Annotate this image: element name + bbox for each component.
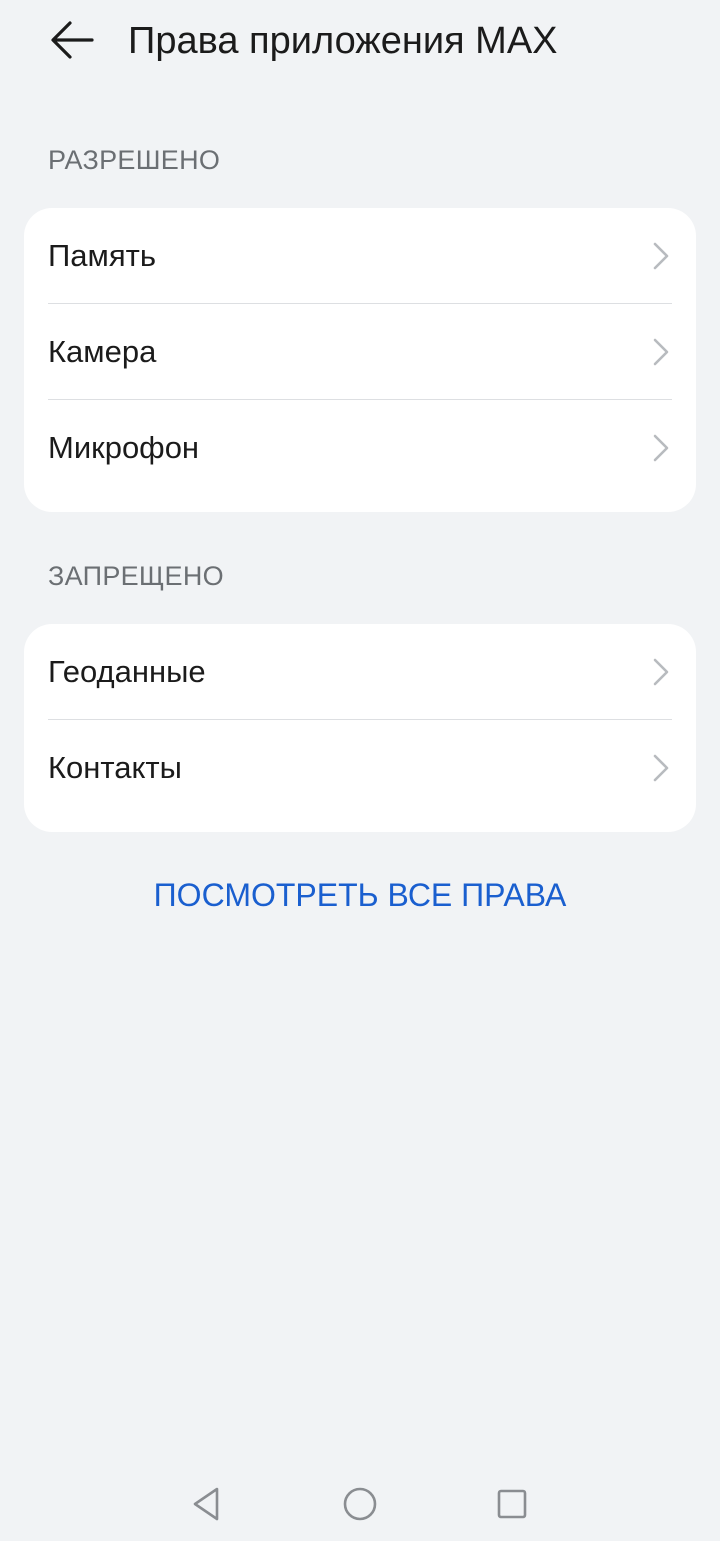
section-label-allowed: РАЗРЕШЕНО <box>48 145 221 175</box>
nav-back-button[interactable] <box>184 1482 228 1526</box>
chevron-right-icon <box>650 432 672 464</box>
back-button[interactable] <box>44 16 100 64</box>
chevron-right-icon <box>650 336 672 368</box>
app-header: Права приложения MAX <box>0 0 720 84</box>
system-navigation-bar <box>0 1470 720 1536</box>
permission-row-location[interactable]: Геоданные <box>24 624 696 720</box>
nav-home-button[interactable] <box>338 1482 382 1526</box>
permission-label: Камера <box>48 334 157 369</box>
arrow-left-icon <box>51 21 94 59</box>
chevron-right-icon <box>650 240 672 272</box>
permission-label: Контакты <box>48 750 182 785</box>
allowed-permissions-card: Память Камера Микрофон <box>24 208 696 512</box>
permission-row-camera[interactable]: Камера <box>24 304 696 400</box>
triangle-back-icon <box>193 1487 219 1521</box>
square-recents-icon <box>497 1489 527 1519</box>
page-title: Права приложения MAX <box>128 20 558 62</box>
permission-row-contacts[interactable]: Контакты <box>24 720 696 816</box>
permission-row-microphone[interactable]: Микрофон <box>24 400 696 496</box>
permission-label: Память <box>48 238 156 273</box>
section-label-denied: ЗАПРЕЩЕНО <box>48 561 224 591</box>
permission-label: Микрофон <box>48 430 200 465</box>
denied-permissions-card: Геоданные Контакты <box>24 624 696 832</box>
nav-recents-button[interactable] <box>490 1482 534 1526</box>
view-all-permissions-link[interactable]: ПОСМОТРЕТЬ ВСЕ ПРАВА <box>0 874 720 916</box>
chevron-right-icon <box>650 752 672 784</box>
chevron-right-icon <box>650 656 672 688</box>
permission-label: Геоданные <box>48 654 206 689</box>
circle-home-icon <box>343 1487 377 1521</box>
permission-row-storage[interactable]: Память <box>24 208 696 304</box>
